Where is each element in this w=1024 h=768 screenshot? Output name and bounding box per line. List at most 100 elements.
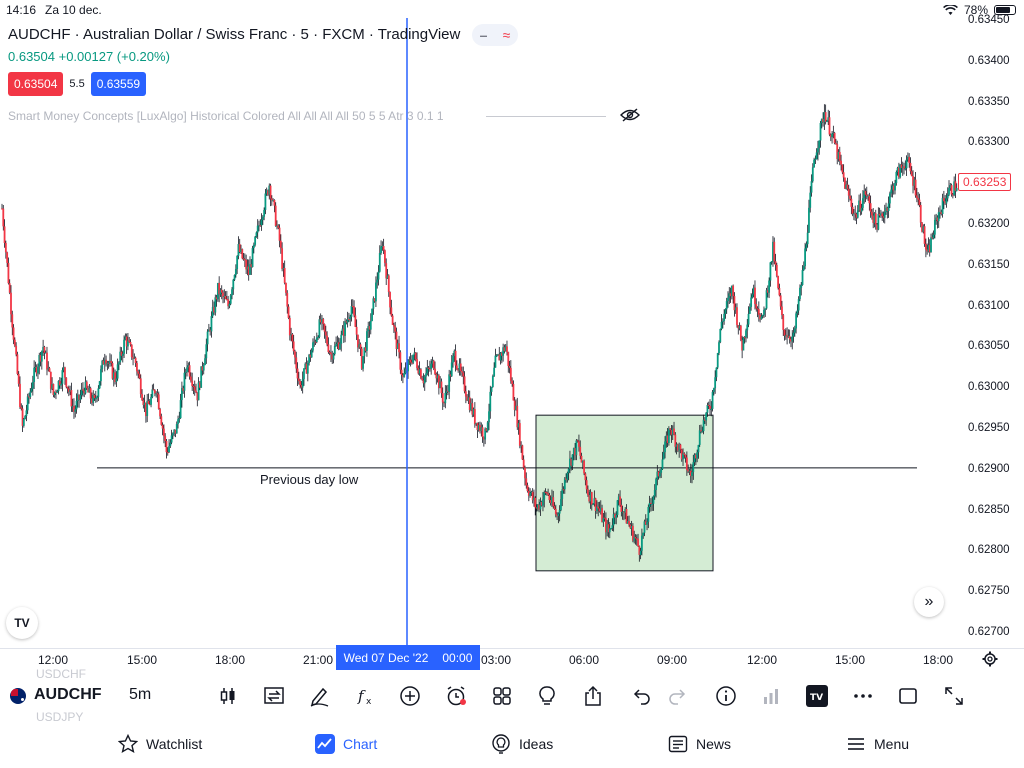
interval-selector[interactable]: 5m — [129, 686, 151, 704]
add-icon[interactable] — [398, 684, 422, 708]
candle-body — [233, 274, 236, 280]
ideas-icon[interactable] — [535, 684, 559, 708]
tradingview-logo[interactable]: TV — [6, 607, 38, 639]
candle-body — [147, 400, 150, 405]
crosshair-time-label: Wed 07 Dec '22 00:00 — [336, 645, 480, 670]
draw-icon[interactable] — [307, 684, 331, 708]
candle-body — [697, 444, 700, 453]
scroll-to-realtime-button[interactable]: » — [914, 587, 944, 617]
candle-body — [809, 192, 812, 208]
candle-body — [40, 351, 43, 362]
candle-body — [846, 184, 849, 189]
wifi-icon — [943, 4, 958, 15]
status-time: 14:16 — [6, 3, 37, 17]
indicator-legend[interactable]: Smart Money Concepts [LuxAlgo] Historica… — [8, 109, 444, 123]
candle-body — [448, 374, 451, 392]
candle-body — [65, 377, 68, 387]
candle-body — [696, 452, 699, 459]
info-icon[interactable] — [714, 684, 738, 708]
candle-body — [667, 428, 670, 443]
candle-body — [664, 441, 666, 453]
eye-hidden-icon[interactable] — [620, 107, 640, 123]
candle-body — [94, 398, 97, 400]
candle-body — [641, 535, 643, 551]
more-icon[interactable] — [851, 684, 875, 708]
candle-body — [186, 367, 188, 372]
tradingview-icon[interactable]: TV — [805, 684, 829, 708]
candles-icon[interactable] — [216, 684, 240, 708]
candle-body — [854, 213, 857, 215]
candle-body — [326, 335, 328, 345]
candle-body — [691, 472, 693, 476]
bottom-toolbar: USDCHF AUDCHF USDJPY 5m fx TV — [0, 667, 1024, 724]
candle-body — [96, 396, 98, 399]
candle-body — [231, 289, 233, 296]
candle-body — [19, 383, 21, 408]
candle-body — [33, 367, 36, 383]
price-tick-label: 0.63050 — [968, 340, 1010, 353]
share-icon[interactable] — [581, 684, 605, 708]
layouts-icon[interactable] — [490, 684, 514, 708]
candle-body — [31, 382, 34, 389]
candle-body — [661, 459, 664, 470]
settings-gear-icon[interactable] — [982, 651, 998, 667]
candle-body — [353, 306, 355, 316]
minus-icon[interactable]: – — [480, 27, 488, 43]
candle-body — [461, 371, 463, 373]
candle-body — [915, 195, 918, 198]
candle-body — [611, 525, 614, 528]
candle-body — [795, 313, 797, 329]
candle-body — [773, 241, 776, 262]
crosshair-date: Wed 07 Dec '22 — [343, 650, 429, 665]
wave-icon[interactable]: ≈ — [503, 27, 511, 43]
nav-chart[interactable]: Chart — [315, 734, 377, 754]
candle-body — [610, 527, 612, 529]
sell-button[interactable]: 0.63504 — [8, 72, 64, 96]
time-tick-label: 12:00 — [746, 653, 778, 667]
candle-body — [168, 446, 170, 453]
nav-ideas[interactable]: Ideas — [491, 734, 553, 754]
candle-body — [847, 188, 850, 196]
nav-news[interactable]: News — [668, 734, 731, 754]
candle-body — [869, 203, 872, 212]
candle-body — [15, 345, 18, 355]
candle-body — [788, 335, 791, 340]
candle-body — [768, 280, 771, 293]
candle-body — [281, 248, 284, 270]
candle-body — [283, 268, 286, 283]
candle-body — [856, 210, 859, 218]
candle-body — [917, 197, 920, 200]
alert-icon[interactable] — [444, 684, 468, 708]
nav-menu[interactable]: Menu — [846, 734, 909, 754]
candle-body — [761, 314, 764, 317]
price-axis[interactable]: 0.634500.634000.633500.633000.632500.632… — [964, 0, 1024, 648]
expand-icon[interactable] — [942, 684, 966, 708]
buy-button[interactable]: 0.63559 — [90, 72, 147, 96]
time-axis[interactable]: 12:00 15:00 18:00 21:00 03:00 06:00 09:00 12:00… — [0, 648, 1024, 670]
volume-icon[interactable] — [759, 684, 783, 708]
redo-icon[interactable] — [665, 684, 689, 708]
candle-body — [255, 232, 258, 237]
candle-body — [815, 152, 818, 160]
candle-body — [299, 381, 302, 386]
replay-icon[interactable] — [262, 684, 286, 708]
candle-body — [400, 369, 403, 376]
symbol-title[interactable]: AUDCHF · Australian Dollar / Swiss Franc… — [8, 26, 460, 43]
series-toggle[interactable]: – ≈ — [472, 24, 518, 46]
candle-body — [277, 225, 280, 228]
candle-body — [421, 378, 424, 381]
candle-body — [29, 391, 32, 397]
candle-body — [26, 396, 29, 411]
fullscreen-square-icon[interactable] — [896, 684, 920, 708]
candle-body — [362, 356, 364, 369]
candle-body — [256, 225, 259, 233]
candle-body — [278, 227, 281, 241]
undo-icon[interactable] — [630, 684, 654, 708]
symbol-selector[interactable]: AUDCHF — [34, 686, 102, 704]
indicators-icon[interactable]: fx — [353, 684, 377, 708]
candle-body — [702, 419, 705, 432]
candle-body — [739, 325, 742, 340]
candle-body — [554, 508, 557, 515]
candle-body — [375, 282, 377, 302]
nav-watchlist[interactable]: Watchlist — [118, 734, 202, 754]
